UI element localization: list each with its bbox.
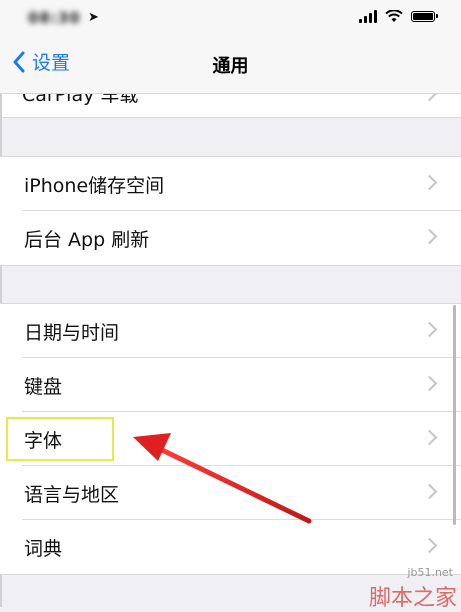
annotation-arrow-icon — [133, 433, 312, 524]
watermark-brand: 脚本之家 — [368, 586, 457, 611]
watermark-site: jb51.net — [407, 566, 453, 579]
